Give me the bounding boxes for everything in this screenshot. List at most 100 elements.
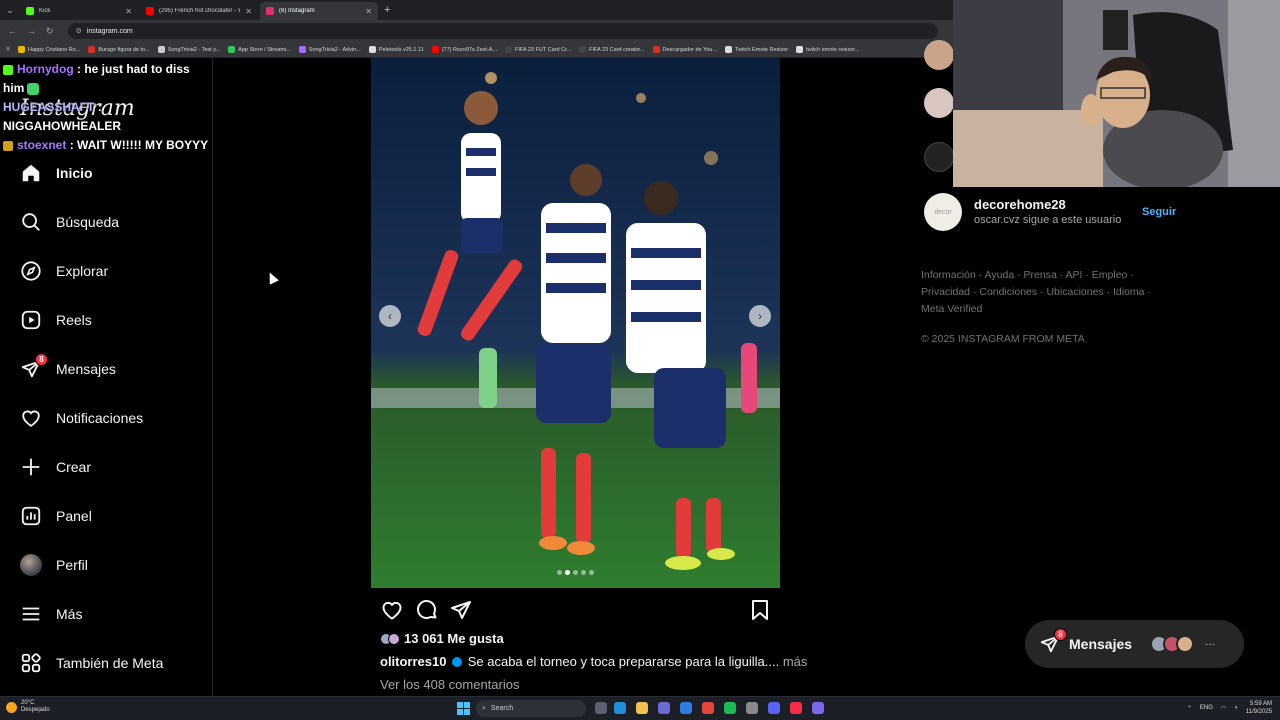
bookmark[interactable]: Twitch Emote Resizer — [724, 46, 788, 53]
sidebar-item-label: Crear — [56, 459, 92, 475]
share-icon[interactable] — [449, 598, 473, 622]
sidebar-item-label: Notificaciones — [56, 410, 144, 426]
spotify-icon[interactable] — [724, 702, 736, 714]
follow-button[interactable]: Seguir — [1142, 206, 1176, 218]
chevron-up-icon[interactable]: ⌃ — [1187, 705, 1192, 712]
bookmark[interactable]: Descargador de You... — [652, 46, 717, 53]
suggested-avatar[interactable] — [924, 40, 954, 70]
wifi-icon[interactable]: ◠ — [1221, 705, 1226, 712]
sidebar-item-explore[interactable]: Explorar — [20, 257, 108, 285]
suggested-username[interactable]: decorehome28 — [974, 197, 1066, 212]
bookmark-favicon-icon — [88, 46, 96, 53]
clock[interactable]: 5:59 AM 11/9/2025 — [1246, 700, 1272, 716]
new-tab-icon[interactable]: + — [384, 4, 390, 16]
bookmark[interactable]: SongTrivia2 - Test y... — [157, 46, 221, 53]
sidebar-item-notifications[interactable]: Notificaciones — [20, 404, 143, 432]
view-comments-link[interactable]: Ver los 408 comentarios — [380, 677, 519, 692]
sidebar-item-dashboard[interactable]: Panel — [20, 502, 92, 530]
likes-count[interactable]: 13 061 Me gusta — [380, 631, 504, 646]
suggested-avatar[interactable] — [924, 88, 954, 118]
bookmark[interactable]: SongTrivia2 - Advin... — [298, 46, 361, 53]
caption-more-link[interactable]: más — [783, 654, 808, 669]
bookmark[interactable]: App Store / Streami... — [228, 46, 291, 53]
suggested-avatar[interactable] — [924, 142, 954, 172]
tab-instagram[interactable]: (8) Instagram ✕ — [260, 2, 378, 20]
windows-taskbar: 20°C Despejado ⌕ Search ⌃ ENG ◠ ◖ 5:59 AM… — [0, 696, 1280, 720]
save-bookmark-icon[interactable] — [748, 598, 772, 622]
mail-icon[interactable] — [680, 702, 692, 714]
sidebar-item-home[interactable]: Inicio — [20, 159, 93, 187]
music-icon[interactable] — [790, 702, 802, 714]
edge-icon[interactable] — [614, 702, 626, 714]
bookmark-favicon-icon — [724, 46, 732, 53]
close-tab-icon[interactable]: ✕ — [365, 7, 372, 16]
site-info-icon[interactable]: ⚙ — [76, 27, 82, 35]
close-tab-icon[interactable]: ✕ — [125, 7, 132, 16]
bookmark[interactable]: FIFA 23 FUT Card Cr... — [505, 46, 571, 53]
tab-search-icon[interactable]: ⌄ — [0, 0, 20, 20]
sidebar-item-label: Inicio — [56, 165, 93, 181]
forward-icon[interactable]: → — [27, 26, 36, 36]
back-icon[interactable]: ← — [8, 26, 17, 36]
tab-kick[interactable]: Kick ✕ — [20, 2, 138, 20]
screen: ⌄ Kick ✕ (295) French hot chocolate! - Y… — [0, 0, 1280, 720]
sidebar-item-label: También de Meta — [56, 655, 164, 671]
bookmark-favicon-icon — [157, 46, 165, 53]
apps-icon[interactable]: ⠿ — [6, 47, 10, 53]
language-indicator[interactable]: ENG — [1200, 705, 1213, 711]
search-icon: ⌕ — [482, 704, 486, 712]
file-explorer-icon[interactable] — [636, 702, 648, 714]
bookmark-favicon-icon — [652, 46, 660, 53]
suggested-user-avatar[interactable]: decor — [924, 193, 962, 231]
carousel-next-icon[interactable]: › — [749, 305, 771, 327]
task-view-icon[interactable] — [595, 702, 607, 714]
sidebar-item-messages[interactable]: 8 Mensajes — [20, 353, 116, 383]
caption-author[interactable]: olitorres10 — [380, 654, 446, 669]
url-field[interactable]: ⚙ instagram.com — [67, 23, 938, 39]
system-tray: ⌃ ENG ◠ ◖ 5:59 AM 11/9/2025 — [1187, 700, 1272, 716]
recent-chat-avatars — [1150, 635, 1195, 653]
messages-floating-button[interactable]: 8 Mensajes ··· — [1025, 620, 1244, 668]
weather-widget[interactable]: 20°C Despejado — [6, 700, 50, 714]
bookmark-label: Burago figura de to... — [98, 46, 150, 53]
bookmark-label: SongTrivia2 - Test y... — [167, 46, 221, 53]
teams-icon[interactable] — [812, 702, 824, 714]
bookmark[interactable]: Happy Cristiano Ro... — [18, 46, 80, 53]
sidebar-item-also-from-meta[interactable]: También de Meta — [20, 649, 163, 677]
bookmark[interactable]: twitch emote resizer... — [796, 46, 859, 53]
chrome-icon[interactable] — [702, 702, 714, 714]
like-heart-icon[interactable] — [380, 598, 404, 622]
footer-links[interactable]: Información · Ayuda · Prensa · API · Emp… — [921, 267, 1151, 318]
bookmark[interactable]: Peletools v25.1.11 — [368, 46, 424, 53]
bookmark[interactable]: FIFA 23 Card creator... — [579, 46, 645, 53]
volume-icon[interactable]: ◖ — [1234, 705, 1238, 711]
sidebar-item-create[interactable]: Crear — [20, 453, 91, 481]
bookmark-label: FIFA 23 Card creator... — [589, 46, 645, 53]
chat-message: HUGEASSHAFT : NIGGAHOWHEALER — [0, 98, 212, 136]
sidebar-item-reels[interactable]: Reels — [20, 306, 92, 334]
tab-youtube[interactable]: (295) French hot chocolate! - Yo ✕ — [140, 2, 258, 20]
reload-icon[interactable]: ↻ — [46, 26, 54, 37]
store-icon[interactable] — [658, 702, 670, 714]
sidebar-item-search[interactable]: Búsqueda — [20, 208, 119, 236]
sidebar-item-more[interactable]: Más — [20, 600, 82, 628]
taskbar-search[interactable]: ⌕ Search — [476, 700, 586, 717]
windows-start-icon[interactable] — [457, 702, 470, 715]
carousel-dot — [581, 570, 586, 575]
menu-icon — [20, 603, 42, 625]
bookmark[interactable]: (77) Rezo97s Zest-A... — [431, 46, 497, 53]
sidebar-item-label: Búsqueda — [56, 214, 120, 230]
close-tab-icon[interactable]: ✕ — [245, 7, 252, 16]
messages-label: Mensajes — [1069, 636, 1133, 652]
discord-icon[interactable] — [768, 702, 780, 714]
comment-icon[interactable] — [415, 598, 439, 622]
carousel-prev-icon[interactable]: ‹ — [379, 305, 401, 327]
app-icon[interactable] — [746, 702, 758, 714]
tab-title: Kick — [39, 8, 51, 14]
post-image[interactable]: ‹ › — [371, 58, 780, 588]
bookmark-favicon-icon — [298, 46, 306, 53]
notification-badge: 8 — [35, 353, 48, 366]
sidebar-item-profile[interactable]: Perfil — [20, 551, 88, 579]
bookmark[interactable]: Burago figura de to... — [88, 46, 150, 53]
webcam-overlay — [953, 0, 1280, 187]
